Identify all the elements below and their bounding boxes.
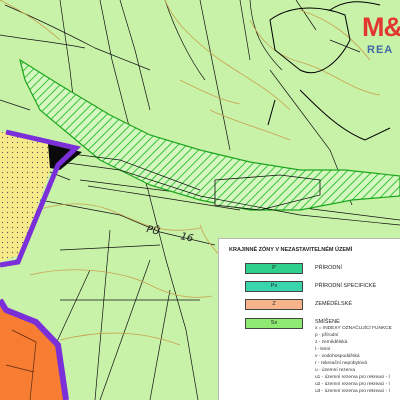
company-logo: M& REA <box>362 12 400 62</box>
map-legend: KRAJINNÉ ZÓNY V NEZASTAVITELNÉM ÚZEMÍ P … <box>218 238 400 400</box>
legend-swatch-sx: Sx <box>245 318 303 329</box>
legend-label-p: PŘÍRODNÍ <box>315 265 342 271</box>
logo-text: REA <box>367 44 394 56</box>
logo-mark: M& <box>362 12 400 42</box>
legend-swatch-p: P <box>245 263 303 274</box>
legend-reserve-line: u1 - územní rezerva pro rekreaci - l <box>315 375 390 380</box>
legend-index-line: v - vodohospodářská <box>315 354 360 359</box>
legend-index-line: p - přírodní <box>315 333 339 338</box>
legend-reserve-line: u2 - územní rezerva pro rekreaci - l <box>315 382 390 387</box>
legend-index-line: r - rekreační nepobytová <box>315 361 367 366</box>
legend-index-heading: x = INDEXY OZNAČUJÍCÍ FUNKCE <box>315 326 392 331</box>
legend-title: KRAJINNÉ ZÓNY V NEZASTAVITELNÉM ÚZEMÍ <box>229 247 353 253</box>
legend-swatch-z: Z <box>245 299 303 310</box>
legend-reserve-line: u3 - územní rezerva pro rekreaci - l <box>315 389 390 394</box>
legend-reserve-line: u - územní rezerva <box>315 368 355 373</box>
legend-label-z: ZEMĚDĚLSKÉ <box>315 301 352 307</box>
legend-label-px: PŘÍRODNÍ SPECIFICKÉ <box>315 283 377 289</box>
legend-index-line: z - zemědělská <box>315 340 348 345</box>
legend-swatch-px: Px <box>245 281 303 292</box>
legend-label-sx: SMÍŠENÉ <box>315 319 340 325</box>
legend-index-line: l - lesní <box>315 347 331 352</box>
